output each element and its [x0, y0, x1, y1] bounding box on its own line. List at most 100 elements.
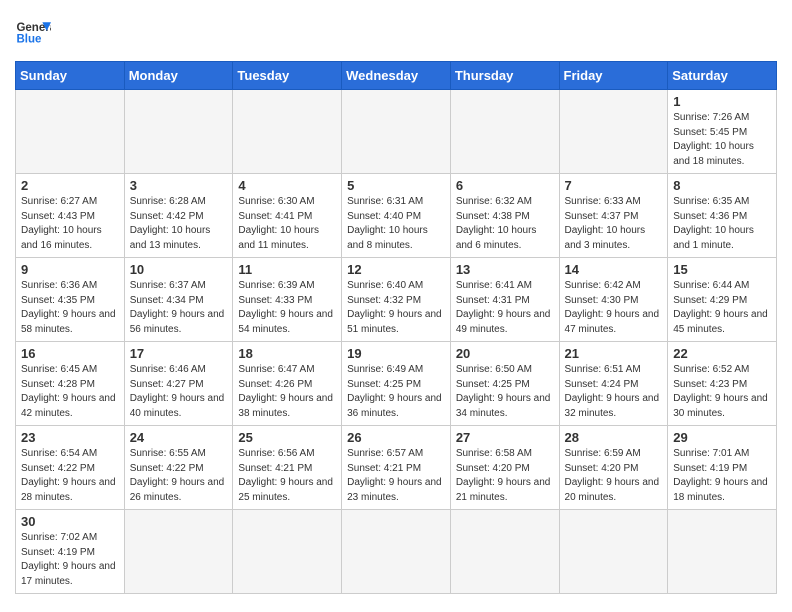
- day-number: 5: [347, 178, 445, 193]
- day-number: 6: [456, 178, 554, 193]
- calendar-cell: 24 Sunrise: 6:55 AM Sunset: 4:22 PM Dayli…: [124, 426, 233, 510]
- day-header-thursday: Thursday: [450, 62, 559, 90]
- day-number: 9: [21, 262, 119, 277]
- calendar-cell: [450, 510, 559, 594]
- day-info: Sunrise: 6:44 AM Sunset: 4:29 PM Dayligh…: [673, 279, 771, 337]
- day-info: Sunrise: 6:36 AM Sunset: 4:35 PM Dayligh…: [21, 279, 119, 337]
- calendar-cell: 10Sunrise: 6:37 AM Sunset: 4:34 PM Dayli…: [124, 258, 233, 342]
- day-info: Sunrise: 6:33 AM Sunset: 4:37 PM Dayligh…: [565, 195, 663, 253]
- calendar-cell: [668, 510, 777, 594]
- calendar-cell: 30 Sunrise: 7:02 AM Sunset: 4:19 PM Dayli…: [16, 510, 125, 594]
- day-number: 1: [673, 94, 771, 109]
- calendar-cell: 1 Sunrise: 7:26 AM Sunset: 5:45 PM Daylig…: [668, 90, 777, 174]
- logo: General Blue: [15, 15, 51, 51]
- day-number: 23: [21, 430, 119, 445]
- day-number: 20: [456, 346, 554, 361]
- day-number: 26: [347, 430, 445, 445]
- calendar-cell: 29 Sunrise: 7:01 AM Sunset: 4:19 PM Dayli…: [668, 426, 777, 510]
- day-number: 16: [21, 346, 119, 361]
- day-header-wednesday: Wednesday: [342, 62, 451, 90]
- calendar-week-2: 9 Sunrise: 6:36 AM Sunset: 4:35 PM Daylig…: [16, 258, 777, 342]
- day-number: 24: [130, 430, 228, 445]
- header: General Blue: [15, 15, 777, 51]
- calendar-cell: 3Sunrise: 6:28 AM Sunset: 4:42 PM Daylig…: [124, 174, 233, 258]
- calendar-cell: 18 Sunrise: 6:47 AM Sunset: 4:26 PM Dayli…: [233, 342, 342, 426]
- calendar-cell: 8Sunrise: 6:35 AM Sunset: 4:36 PM Daylig…: [668, 174, 777, 258]
- calendar-cell: 15Sunrise: 6:44 AM Sunset: 4:29 PM Dayli…: [668, 258, 777, 342]
- day-info: Sunrise: 6:32 AM Sunset: 4:38 PM Dayligh…: [456, 195, 554, 253]
- day-info: Sunrise: 6:35 AM Sunset: 4:36 PM Dayligh…: [673, 195, 771, 253]
- day-info: Sunrise: 6:37 AM Sunset: 4:34 PM Dayligh…: [130, 279, 228, 337]
- day-header-tuesday: Tuesday: [233, 62, 342, 90]
- day-number: 21: [565, 346, 663, 361]
- calendar-cell: 17 Sunrise: 6:46 AM Sunset: 4:27 PM Dayli…: [124, 342, 233, 426]
- calendar-cell: 9 Sunrise: 6:36 AM Sunset: 4:35 PM Daylig…: [16, 258, 125, 342]
- calendar-cell: 19 Sunrise: 6:49 AM Sunset: 4:25 PM Dayli…: [342, 342, 451, 426]
- day-number: 22: [673, 346, 771, 361]
- calendar-cell: [450, 90, 559, 174]
- day-number: 4: [238, 178, 336, 193]
- calendar-cell: 14 Sunrise: 6:42 AM Sunset: 4:30 PM Dayli…: [559, 258, 668, 342]
- day-number: 3: [130, 178, 228, 193]
- calendar-cell: 11 Sunrise: 6:39 AM Sunset: 4:33 PM Dayli…: [233, 258, 342, 342]
- day-number: 29: [673, 430, 771, 445]
- day-number: 25: [238, 430, 336, 445]
- day-info: Sunrise: 7:02 AM Sunset: 4:19 PM Dayligh…: [21, 531, 119, 589]
- calendar-cell: [124, 90, 233, 174]
- calendar-week-4: 23 Sunrise: 6:54 AM Sunset: 4:22 PM Dayli…: [16, 426, 777, 510]
- day-number: 11: [238, 262, 336, 277]
- calendar-cell: 13Sunrise: 6:41 AM Sunset: 4:31 PM Dayli…: [450, 258, 559, 342]
- day-number: 17: [130, 346, 228, 361]
- calendar-week-0: 1 Sunrise: 7:26 AM Sunset: 5:45 PM Daylig…: [16, 90, 777, 174]
- calendar-cell: 2 Sunrise: 6:27 AM Sunset: 4:43 PM Daylig…: [16, 174, 125, 258]
- day-info: Sunrise: 6:47 AM Sunset: 4:26 PM Dayligh…: [238, 363, 336, 421]
- calendar-week-3: 16 Sunrise: 6:45 AM Sunset: 4:28 PM Dayli…: [16, 342, 777, 426]
- day-info: Sunrise: 6:39 AM Sunset: 4:33 PM Dayligh…: [238, 279, 336, 337]
- day-number: 27: [456, 430, 554, 445]
- day-info: Sunrise: 6:54 AM Sunset: 4:22 PM Dayligh…: [21, 447, 119, 505]
- day-info: Sunrise: 7:01 AM Sunset: 4:19 PM Dayligh…: [673, 447, 771, 505]
- day-info: Sunrise: 6:56 AM Sunset: 4:21 PM Dayligh…: [238, 447, 336, 505]
- day-number: 30: [21, 514, 119, 529]
- calendar-cell: 5 Sunrise: 6:31 AM Sunset: 4:40 PM Daylig…: [342, 174, 451, 258]
- day-info: Sunrise: 6:41 AM Sunset: 4:31 PM Dayligh…: [456, 279, 554, 337]
- day-number: 19: [347, 346, 445, 361]
- calendar-cell: 4Sunrise: 6:30 AM Sunset: 4:41 PM Daylig…: [233, 174, 342, 258]
- calendar-cell: 12Sunrise: 6:40 AM Sunset: 4:32 PM Dayli…: [342, 258, 451, 342]
- day-info: Sunrise: 6:31 AM Sunset: 4:40 PM Dayligh…: [347, 195, 445, 253]
- day-info: Sunrise: 6:59 AM Sunset: 4:20 PM Dayligh…: [565, 447, 663, 505]
- day-info: Sunrise: 6:55 AM Sunset: 4:22 PM Dayligh…: [130, 447, 228, 505]
- calendar-cell: 27 Sunrise: 6:58 AM Sunset: 4:20 PM Dayli…: [450, 426, 559, 510]
- day-number: 28: [565, 430, 663, 445]
- calendar-cell: [16, 90, 125, 174]
- calendar-cell: 25 Sunrise: 6:56 AM Sunset: 4:21 PM Dayli…: [233, 426, 342, 510]
- calendar-cell: [559, 510, 668, 594]
- calendar-cell: [342, 90, 451, 174]
- day-header-friday: Friday: [559, 62, 668, 90]
- calendar-cell: 21 Sunrise: 6:51 AM Sunset: 4:24 PM Dayli…: [559, 342, 668, 426]
- calendar-cell: [233, 510, 342, 594]
- day-info: Sunrise: 6:42 AM Sunset: 4:30 PM Dayligh…: [565, 279, 663, 337]
- day-info: Sunrise: 6:45 AM Sunset: 4:28 PM Dayligh…: [21, 363, 119, 421]
- calendar-cell: 23 Sunrise: 6:54 AM Sunset: 4:22 PM Dayli…: [16, 426, 125, 510]
- day-number: 7: [565, 178, 663, 193]
- day-info: Sunrise: 6:52 AM Sunset: 4:23 PM Dayligh…: [673, 363, 771, 421]
- calendar-cell: [342, 510, 451, 594]
- day-number: 18: [238, 346, 336, 361]
- day-info: Sunrise: 6:58 AM Sunset: 4:20 PM Dayligh…: [456, 447, 554, 505]
- day-info: Sunrise: 6:49 AM Sunset: 4:25 PM Dayligh…: [347, 363, 445, 421]
- calendar-cell: 28 Sunrise: 6:59 AM Sunset: 4:20 PM Dayli…: [559, 426, 668, 510]
- day-info: Sunrise: 6:50 AM Sunset: 4:25 PM Dayligh…: [456, 363, 554, 421]
- day-number: 14: [565, 262, 663, 277]
- day-info: Sunrise: 6:46 AM Sunset: 4:27 PM Dayligh…: [130, 363, 228, 421]
- calendar-cell: 22 Sunrise: 6:52 AM Sunset: 4:23 PM Dayli…: [668, 342, 777, 426]
- day-info: Sunrise: 7:26 AM Sunset: 5:45 PM Dayligh…: [673, 111, 771, 169]
- day-info: Sunrise: 6:27 AM Sunset: 4:43 PM Dayligh…: [21, 195, 119, 253]
- day-info: Sunrise: 6:51 AM Sunset: 4:24 PM Dayligh…: [565, 363, 663, 421]
- days-header-row: SundayMondayTuesdayWednesdayThursdayFrid…: [16, 62, 777, 90]
- svg-text:Blue: Blue: [16, 33, 42, 45]
- day-number: 2: [21, 178, 119, 193]
- calendar-week-5: 30 Sunrise: 7:02 AM Sunset: 4:19 PM Dayli…: [16, 510, 777, 594]
- day-info: Sunrise: 6:57 AM Sunset: 4:21 PM Dayligh…: [347, 447, 445, 505]
- calendar-cell: 26 Sunrise: 6:57 AM Sunset: 4:21 PM Dayli…: [342, 426, 451, 510]
